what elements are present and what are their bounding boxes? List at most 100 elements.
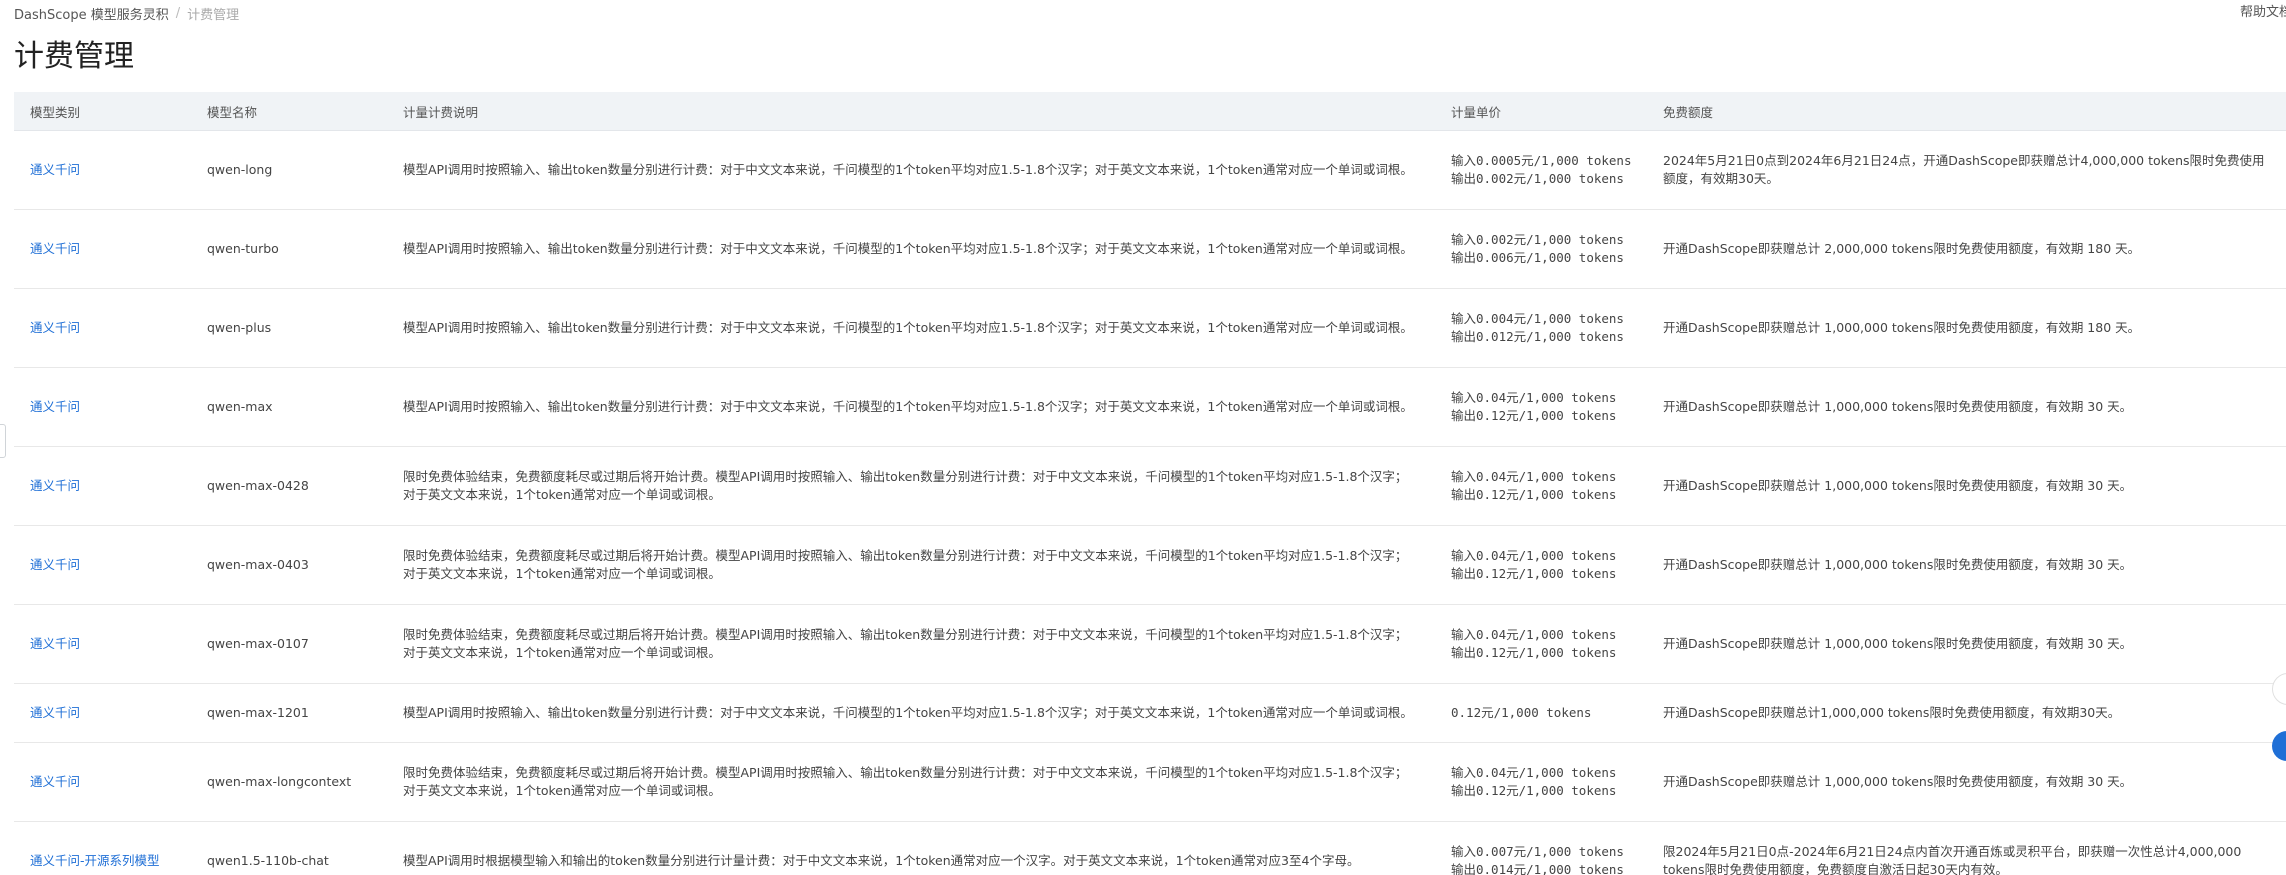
model-name: qwen-max-1201 <box>207 705 309 720</box>
column-header-category: 模型类别 <box>14 92 191 131</box>
table-row: 通义千问 qwen-long 模型API调用时按照输入、输出token数量分别进… <box>14 130 2286 210</box>
unit-price-cell: 输入0.007元/1,000 tokens 输出0.014元/1,000 tok… <box>1435 822 1647 875</box>
category-link[interactable]: 通义千问 <box>30 241 80 256</box>
price-line: 输入0.04元/1,000 tokens <box>1451 548 1617 563</box>
column-header-unit-price: 计量单价 <box>1435 92 1647 131</box>
billing-description-cell: 模型API调用时按照输入、输出token数量分别进行计费：对于中文文本来说，千问… <box>387 130 1435 210</box>
category-link[interactable]: 通义千问-开源系列模型 <box>30 853 160 868</box>
breadcrumb-current: 计费管理 <box>187 7 240 23</box>
free-quota-cell: 开通DashScope即获赠总计 1,000,000 tokens限时免费使用额… <box>1647 288 2286 368</box>
category-cell: 通义千问 <box>14 367 191 447</box>
billing-description-cell: 模型API调用时按照输入、输出token数量分别进行计费：对于中文文本来说，千问… <box>387 209 1435 289</box>
model-name-cell: qwen-long <box>191 130 387 210</box>
model-name: qwen1.5-110b-chat <box>207 853 329 868</box>
model-name: qwen-turbo <box>207 241 279 256</box>
free-quota-cell: 开通DashScope即获赠总计 1,000,000 tokens限时免费使用额… <box>1647 604 2286 684</box>
free-quota-cell: 开通DashScope即获赠总计1,000,000 tokens限时免费使用额度… <box>1647 683 2286 743</box>
price-line: 输入0.004元/1,000 tokens <box>1451 311 1624 326</box>
model-name: qwen-plus <box>207 320 272 335</box>
breadcrumb-root-link[interactable]: DashScope 模型服务灵积 <box>14 4 169 23</box>
model-name: qwen-max-longcontext <box>207 774 352 789</box>
category-cell: 通义千问 <box>14 525 191 605</box>
column-header-model-name: 模型名称 <box>191 92 387 131</box>
table-row: 通义千问 qwen-max-0107 限时免费体验结束，免费额度耗尽或过期后将开… <box>14 604 2286 684</box>
price-line: 输入0.04元/1,000 tokens <box>1451 469 1617 484</box>
category-cell: 通义千问 <box>14 209 191 289</box>
category-cell: 通义千问 <box>14 446 191 526</box>
price-line: 输入0.002元/1,000 tokens <box>1451 232 1624 247</box>
billing-description-cell: 模型API调用时按照输入、输出token数量分别进行计费：对于中文文本来说，千问… <box>387 683 1435 743</box>
table-row: 通义千问 qwen-max-0403 限时免费体验结束，免费额度耗尽或过期后将开… <box>14 525 2286 605</box>
category-cell: 通义千问 <box>14 288 191 368</box>
category-cell: 通义千问 <box>14 130 191 210</box>
billing-table: 模型类别 模型名称 计量计费说明 计量单价 免费额度 通义千问 qwen-lon… <box>14 92 2286 875</box>
table-header-row: 模型类别 模型名称 计量计费说明 计量单价 免费额度 <box>14 92 2286 131</box>
category-link[interactable]: 通义千问 <box>30 636 80 651</box>
unit-price-cell: 输入0.04元/1,000 tokens 输出0.12元/1,000 token… <box>1435 367 1647 447</box>
unit-price-cell: 输入0.04元/1,000 tokens 输出0.12元/1,000 token… <box>1435 446 1647 526</box>
unit-price-cell: 输入0.04元/1,000 tokens 输出0.12元/1,000 token… <box>1435 742 1647 822</box>
category-cell: 通义千问-开源系列模型 <box>14 822 191 875</box>
category-link[interactable]: 通义千问 <box>30 162 80 177</box>
free-quota-cell: 开通DashScope即获赠总计 1,000,000 tokens限时免费使用额… <box>1647 742 2286 822</box>
model-name-cell: qwen-plus <box>191 288 387 368</box>
billing-description-cell: 限时免费体验结束，免费额度耗尽或过期后将开始计费。模型API调用时按照输入、输出… <box>387 742 1435 822</box>
table-row: 通义千问 qwen-max-1201 模型API调用时按照输入、输出token数… <box>14 683 2286 743</box>
model-name: qwen-max-0107 <box>207 636 309 651</box>
free-quota-cell: 开通DashScope即获赠总计 1,000,000 tokens限时免费使用额… <box>1647 446 2286 526</box>
category-link[interactable]: 通义千问 <box>30 320 80 335</box>
billing-description-cell: 限时免费体验结束，免费额度耗尽或过期后将开始计费。模型API调用时按照输入、输出… <box>387 446 1435 526</box>
column-header-billing-description: 计量计费说明 <box>387 92 1435 131</box>
unit-price-cell: 输入0.04元/1,000 tokens 输出0.12元/1,000 token… <box>1435 604 1647 684</box>
price-line: 输出0.014元/1,000 tokens <box>1451 862 1624 875</box>
unit-price-cell: 输入0.004元/1,000 tokens 输出0.012元/1,000 tok… <box>1435 288 1647 368</box>
price-line: 输出0.12元/1,000 tokens <box>1451 487 1617 502</box>
unit-price-cell: 输入0.002元/1,000 tokens 输出0.006元/1,000 tok… <box>1435 209 1647 289</box>
price-line: 输出0.012元/1,000 tokens <box>1451 329 1624 344</box>
free-quota-cell: 2024年5月21日0点到2024年6月21日24点，开通DashScope即获… <box>1647 130 2286 210</box>
billing-page: DashScope 模型服务灵积 / 计费管理 帮助文档 计费管理 模型类别 模… <box>0 0 2286 875</box>
billing-description-cell: 限时免费体验结束，免费额度耗尽或过期后将开始计费。模型API调用时按照输入、输出… <box>387 604 1435 684</box>
price-line: 输入0.0005元/1,000 tokens <box>1451 153 1632 168</box>
price-line: 输出0.002元/1,000 tokens <box>1451 171 1624 186</box>
table-row: 通义千问 qwen-plus 模型API调用时按照输入、输出token数量分别进… <box>14 288 2286 368</box>
table-row: 通义千问 qwen-max-0428 限时免费体验结束，免费额度耗尽或过期后将开… <box>14 446 2286 526</box>
price-line: 输入0.04元/1,000 tokens <box>1451 765 1617 780</box>
category-link[interactable]: 通义千问 <box>30 705 80 720</box>
model-name-cell: qwen1.5-110b-chat <box>191 822 387 875</box>
price-line: 输出0.12元/1,000 tokens <box>1451 408 1617 423</box>
billing-description-cell: 模型API调用时按照输入、输出token数量分别进行计费：对于中文文本来说，千问… <box>387 288 1435 368</box>
help-docs-link[interactable]: 帮助文档 <box>2240 4 2286 22</box>
model-name-cell: qwen-max-longcontext <box>191 742 387 822</box>
table-row: 通义千问 qwen-max 模型API调用时按照输入、输出token数量分别进行… <box>14 367 2286 447</box>
model-name: qwen-long <box>207 162 273 177</box>
unit-price-cell: 输入0.04元/1,000 tokens 输出0.12元/1,000 token… <box>1435 525 1647 605</box>
model-name-cell: qwen-max-1201 <box>191 683 387 743</box>
model-name: qwen-max-0403 <box>207 557 309 572</box>
model-name-cell: qwen-max-0428 <box>191 446 387 526</box>
page-title: 计费管理 <box>14 39 134 74</box>
unit-price-cell: 输入0.0005元/1,000 tokens 输出0.002元/1,000 to… <box>1435 130 1647 210</box>
model-name-cell: qwen-turbo <box>191 209 387 289</box>
price-line: 输出0.12元/1,000 tokens <box>1451 566 1617 581</box>
model-name-cell: qwen-max <box>191 367 387 447</box>
category-link[interactable]: 通义千问 <box>30 478 80 493</box>
price-line: 0.12元/1,000 tokens <box>1451 705 1592 720</box>
model-name-cell: qwen-max-0403 <box>191 525 387 605</box>
category-link[interactable]: 通义千问 <box>30 557 80 572</box>
category-link[interactable]: 通义千问 <box>30 774 80 789</box>
model-name-cell: qwen-max-0107 <box>191 604 387 684</box>
table-row: 通义千问-开源系列模型 qwen1.5-110b-chat 模型API调用时根据… <box>14 822 2286 875</box>
category-link[interactable]: 通义千问 <box>30 399 80 414</box>
breadcrumb: DashScope 模型服务灵积 / 计费管理 <box>14 4 240 23</box>
price-line: 输出0.006元/1,000 tokens <box>1451 250 1624 265</box>
billing-description-cell: 模型API调用时按照输入、输出token数量分别进行计费：对于中文文本来说，千问… <box>387 367 1435 447</box>
breadcrumb-separator: / <box>175 5 181 21</box>
unit-price-cell: 0.12元/1,000 tokens <box>1435 683 1647 743</box>
sidebar-collapse-handle[interactable] <box>0 424 6 458</box>
price-line: 输入0.04元/1,000 tokens <box>1451 390 1617 405</box>
table-row: 通义千问 qwen-max-longcontext 限时免费体验结束，免费额度耗… <box>14 742 2286 822</box>
free-quota-cell: 限2024年5月21日0点-2024年6月21日24点内首次开通百炼或灵积平台，… <box>1663 844 2242 875</box>
billing-description-cell: 模型API调用时根据模型输入和输出的token数量分别进行计量计费：对于中文文本… <box>403 853 1360 868</box>
model-name: qwen-max <box>207 399 273 414</box>
